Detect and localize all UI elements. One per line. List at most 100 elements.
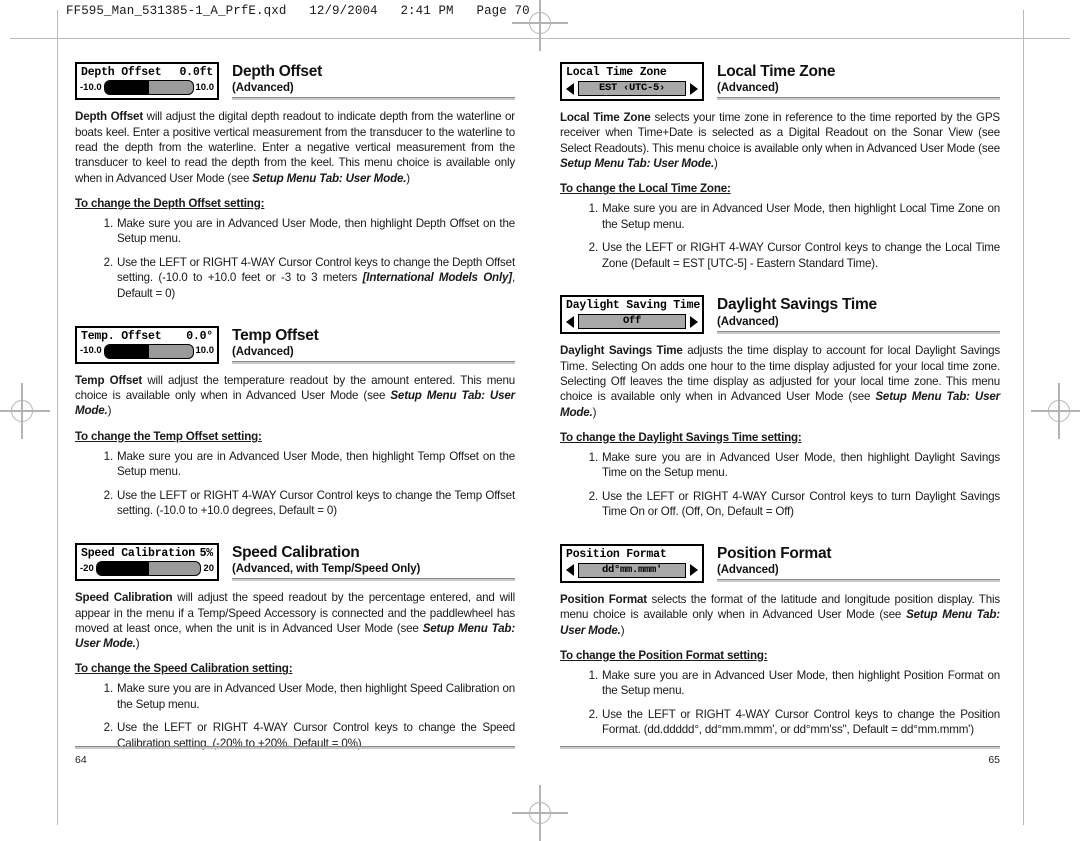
steps-list: Make sure you are in Advanced User Mode,… [560,450,1000,520]
lcd-widget-slider-row: -10.0 10.0 [77,80,217,98]
step-item: Use the LEFT or RIGHT 4-WAY Cursor Contr… [582,707,1000,737]
step-item: Use the LEFT or RIGHT 4-WAY Cursor Contr… [97,255,515,300]
step-item: Use the LEFT or RIGHT 4-WAY Cursor Contr… [582,240,1000,270]
body-lead-term: Depth Offset [75,110,143,124]
lcd-slider-track [103,343,194,359]
section-body: Speed Calibration will adjust the speed … [75,591,515,651]
body-lead-term: Position Format [560,592,647,606]
steps-list: Make sure you are in Advanced User Mode,… [75,216,515,302]
body-cross-reference: Setup Menu Tab: User Mode. [75,389,515,418]
lcd-slider-min-label: -10.0 [80,345,102,357]
section-heading-block: Position Format (Advanced) [717,544,1000,583]
body-lead-term: Temp Offset [75,373,143,387]
lcd-widget-select-row: dd°mm.mmm' [562,562,702,581]
lcd-widget-speed-calibration: Speed Calibration 5% -20 20 [75,542,219,581]
lcd-widget-label: Depth Offset [81,66,162,79]
page-column-left: Depth Offset 0.0ft -10.0 10.0 Depth Offset (A… [75,62,515,760]
lcd-widget-label: Speed Calibration [81,546,195,560]
steps-list: Make sure you are in Advanced User Mode,… [75,449,515,519]
lcd-slider-max-label: 10.0 [195,345,215,357]
lcd-slider-max-label: 20 [203,562,214,574]
lcd-slider-track [95,560,202,576]
steps-list: Make sure you are in Advanced User Mode,… [560,201,1000,271]
arrow-right-icon [690,82,698,95]
section-rule [232,360,515,364]
lcd-widget-select-row: Off [562,313,702,332]
lcd-widget-temp-offset: Temp. Offset 0.0° -10.0 10.0 [75,325,219,364]
lcd-widget-title-row: Position Format [562,546,702,562]
lcd-widget-title-row: Daylight Saving Time [562,297,702,313]
lcd-widget-title-row: Local Time Zone [562,64,702,80]
section-heading-block: Local Time Zone (Advanced) [717,62,1000,101]
step-item: Make sure you are in Advanced User Mode,… [582,450,1000,480]
section-title: Speed Calibration [232,543,360,561]
section-heading-block: Temp Offset (Advanced) [232,326,515,364]
section-header: Depth Offset 0.0ft -10.0 10.0 Depth Offset (A… [75,62,515,101]
section-position-format: Position Format dd°mm.mmm' Position Format… [560,543,1000,738]
lcd-widget-title-row: Speed Calibration 5% [77,545,217,561]
section-subtitle: (Advanced) [717,564,779,577]
registration-mark-right [1031,383,1080,439]
page-column-right: Local Time Zone EST ‹UTC-5› Local Time Zon… [560,62,1000,746]
section-body: Local Time Zone selects your time zone i… [560,111,1000,170]
steps-heading: To change the Temp Offset setting: [75,429,262,443]
lcd-slider-track [103,80,194,95]
section-daylight-savings-time: Daylight Saving Time Off Daylight Savings … [560,295,1000,520]
section-body: Temp Offset will adjust the temperature … [75,373,515,418]
page-number: 65 [988,754,1000,766]
footer-rule [560,746,1000,749]
lcd-widget-value: EST ‹UTC-5› [578,81,686,96]
lcd-slider-min-label: -10.0 [80,81,102,93]
lcd-slider-max-label: 10.0 [195,81,215,93]
lcd-widget-select-row: EST ‹UTC-5› [562,80,702,99]
registration-mark-bottom [512,785,568,841]
body-cross-reference: Setup Menu Tab: User Mode. [75,621,515,651]
step-item: Make sure you are in Advanced User Mode,… [97,216,515,246]
steps-heading: To change the Daylight Savings Time sett… [560,430,802,444]
section-header: Temp. Offset 0.0° -10.0 10.0 Temp Offset (Adv… [75,325,515,364]
section-subtitle: (Advanced) [717,315,779,328]
page-footer-left: 64 [75,746,515,766]
body-cross-reference: Setup Menu Tab: User Mode. [560,608,1000,637]
body-lead-term: Daylight Savings Time [560,344,683,358]
lcd-slider-fill [104,81,149,94]
steps-list: Make sure you are in Advanced User Mode,… [560,668,1000,738]
section-title: Daylight Savings Time [717,296,877,314]
page-number: 64 [75,754,87,766]
lcd-widget-slider-row: -20 20 [77,560,217,579]
section-subtitle: (Advanced, with Temp/Speed Only) [232,563,421,576]
section-body: Position Format selects the format of th… [560,592,1000,637]
step-item: Make sure you are in Advanced User Mode,… [97,681,515,711]
lcd-widget-value: Off [578,314,686,330]
section-title: Position Format [717,544,832,562]
lcd-widget-title-row: Depth Offset 0.0ft [77,64,217,80]
lcd-widget-depth-offset: Depth Offset 0.0ft -10.0 10.0 [75,62,219,100]
section-title: Depth Offset [232,63,322,80]
lcd-widget-label: Position Format [566,547,667,561]
section-subtitle: (Advanced) [232,82,294,95]
lcd-widget-position-format: Position Format dd°mm.mmm' [560,543,704,583]
step-emphasis: [International Models Only] [362,271,513,285]
steps-heading: To change the Depth Offset setting: [75,196,265,210]
arrow-left-icon [566,315,574,328]
body-cross-reference: Setup Menu Tab: User Mode. [560,156,714,170]
lcd-widget-value: dd°mm.mmm' [578,562,686,578]
steps-heading: To change the Speed Calibration setting: [75,662,293,676]
page-footer-right: 65 [560,746,1000,766]
steps-heading: To change the Local Time Zone: [560,182,731,196]
step-item: Make sure you are in Advanced User Mode,… [582,668,1000,698]
section-heading-block: Daylight Savings Time (Advanced) [717,295,1000,334]
crop-mark-right [1023,10,1024,825]
section-title: Local Time Zone [717,63,836,80]
prepress-file-header: FF595_Man_531385-1_A_PrfE.qxd 12/9/2004 … [66,4,530,18]
lcd-widget-daylight-saving-time: Daylight Saving Time Off [560,295,704,335]
body-lead-term: Local Time Zone [560,111,651,124]
lcd-slider-fill [104,344,149,358]
registration-mark-left [0,383,50,439]
section-subtitle: (Advanced) [717,82,779,95]
section-header: Daylight Saving Time Off Daylight Savings … [560,295,1000,335]
lcd-widget-value: 0.0° [186,329,213,343]
arrow-left-icon [566,82,574,95]
lcd-widget-slider-row: -10.0 10.0 [77,343,217,362]
step-item: Make sure you are in Advanced User Mode,… [97,449,515,479]
